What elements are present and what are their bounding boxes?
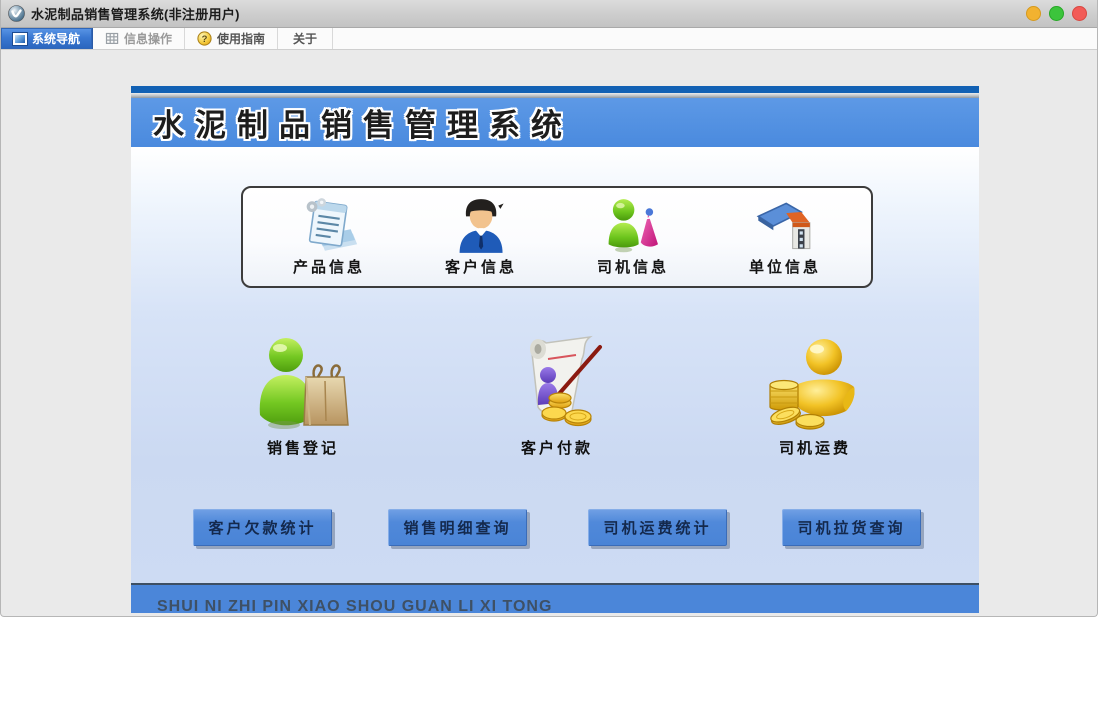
nav-item-customer-payment[interactable]: 客户付款: [482, 333, 632, 458]
top-stripe: [131, 86, 979, 93]
green-person-bag-icon: [259, 338, 349, 429]
zoom-button[interactable]: [1049, 6, 1064, 21]
svg-text:?: ?: [202, 34, 208, 45]
title-bar: 水泥制品销售管理系统(非注册用户): [1, 0, 1097, 28]
nav-item-label: 产品信息: [292, 259, 365, 276]
close-button[interactable]: [1072, 6, 1087, 21]
banner: 水泥制品销售管理系统: [131, 98, 979, 147]
nav-item-product-info[interactable]: 产品信息: [254, 197, 404, 277]
unit-house-icon: [756, 202, 811, 250]
nav-item-driver-freight[interactable]: 司机运费: [740, 333, 890, 458]
nav-item-driver-info[interactable]: 司机信息: [558, 197, 708, 277]
nav-item-label: 客户付款: [520, 440, 593, 457]
panel-body: 产品信息 客户信息 司机信息 单位信息 销售登记 客户付款 司机运费 客户欠款统…: [131, 147, 979, 583]
app-window: 水泥制品销售管理系统(非注册用户) 系统导航 信息操作 ? 使用指南 关于 水泥…: [0, 0, 1098, 617]
nav-item-unit-info[interactable]: 单位信息: [710, 197, 860, 277]
footer-pinyin-text: SHUI NI ZHI PIN XIAO SHOU GUAN LI XI TON…: [157, 598, 553, 613]
driver-cargo-query-button[interactable]: 司机拉货查询: [782, 509, 921, 546]
nav-item-label: 客户信息: [444, 259, 517, 276]
sales-detail-query-button[interactable]: 销售明细查询: [388, 509, 527, 546]
grid-icon: [105, 32, 119, 44]
info-group-box: 产品信息 客户信息 司机信息 单位信息: [241, 186, 873, 288]
window-title: 水泥制品销售管理系统(非注册用户): [31, 7, 240, 22]
panel-footer: SHUI NI ZHI PIN XIAO SHOU GUAN LI XI TON…: [131, 585, 979, 613]
driver-person-cone-icon: [608, 199, 658, 253]
gold-person-coins-icon: [769, 339, 855, 430]
tab-about[interactable]: 关于: [278, 28, 334, 49]
help-icon: ?: [197, 31, 212, 46]
tab-label: 使用指南: [217, 32, 266, 46]
navigation-panel: 水泥制品销售管理系统 产品信息 客户信息 司机信息 单位信息 销售登记 客户付款…: [131, 86, 979, 613]
tab-label: 系统导航: [32, 32, 81, 46]
minimize-button[interactable]: [1026, 6, 1041, 21]
customer-person-icon: [459, 199, 504, 253]
scroll-pen-coins-icon: [530, 335, 602, 427]
tab-user-guide[interactable]: ? 使用指南: [185, 28, 279, 49]
banner-title: 水泥制品销售管理系统: [153, 108, 573, 143]
nav-item-label: 司机运费: [778, 440, 851, 457]
driver-freight-stats-button[interactable]: 司机运费统计: [588, 509, 727, 546]
tab-system-navigation[interactable]: 系统导航: [1, 28, 94, 49]
tab-bar: 系统导航 信息操作 ? 使用指南 关于: [1, 28, 1097, 50]
nav-item-label: 单位信息: [748, 259, 821, 276]
nav-item-label: 销售登记: [266, 440, 339, 457]
nav-item-sales-register[interactable]: 销售登记: [228, 333, 378, 458]
app-logo-icon: [8, 5, 25, 22]
customer-debt-stats-button[interactable]: 客户欠款统计: [193, 509, 332, 546]
nav-item-label: 司机信息: [596, 259, 669, 276]
tab-label: 信息操作: [124, 32, 173, 46]
nav-item-customer-info[interactable]: 客户信息: [406, 197, 556, 277]
tab-label: 关于: [293, 32, 318, 46]
window-controls: [1026, 6, 1090, 21]
tab-info-operations[interactable]: 信息操作: [93, 28, 186, 49]
product-notepad-icon: [306, 198, 357, 251]
monitor-icon: [13, 32, 27, 45]
